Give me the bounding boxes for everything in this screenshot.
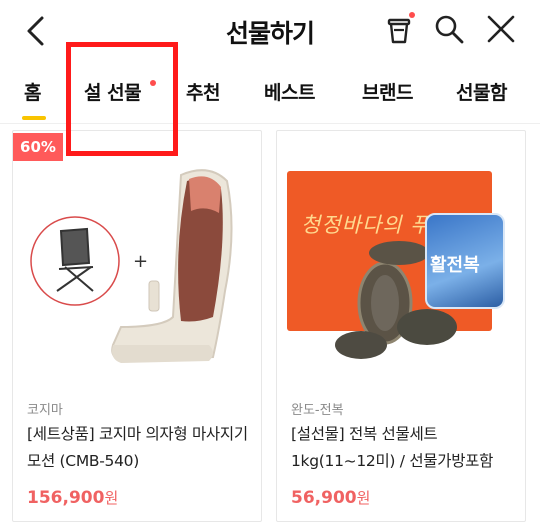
tab-recommend[interactable]: 추천 xyxy=(186,78,220,105)
product-name[interactable]: [세트상품] 코지마 의자형 마사지기 모션 (CMB-540) xyxy=(27,421,253,475)
product-name[interactable]: [설선물] 전복 선물세트 1kg(11~12미) / 선물가방포함 xyxy=(291,421,517,475)
tab-home[interactable]: 홈 xyxy=(24,78,41,105)
highlight-box xyxy=(66,42,178,156)
product-brand: 코지마 xyxy=(27,403,63,418)
price-value: 56,900 xyxy=(291,488,357,508)
tab-brand[interactable]: 브랜드 xyxy=(362,78,413,105)
price-value: 156,900 xyxy=(27,488,105,508)
tab-best[interactable]: 베스트 xyxy=(264,78,315,105)
price-currency: 원 xyxy=(356,489,371,507)
product-card[interactable]: 청정바다의 푸른 활전복 완도-전복 [설선물] 전복 선물세트 1kg(11~… xyxy=(276,130,526,522)
notification-dot xyxy=(409,12,415,18)
product-image: + 60% xyxy=(13,131,261,385)
price-currency: 원 xyxy=(104,489,119,507)
tab-gift-box[interactable]: 선물함 xyxy=(456,78,507,105)
product-card[interactable]: + 60% 코지마 [세트상품] 코지마 의자형 마사지기 모션 (CMB-54… xyxy=(12,130,262,522)
product-price: 156,900원 xyxy=(27,487,118,508)
product-price: 56,900원 xyxy=(291,487,370,508)
discount-badge: 60% xyxy=(13,133,63,161)
svg-text:+: + xyxy=(133,251,148,272)
tab-home-underline xyxy=(22,116,46,120)
product-image: 청정바다의 푸른 활전복 xyxy=(277,131,525,385)
close-icon[interactable] xyxy=(484,12,518,46)
search-icon[interactable] xyxy=(432,12,466,46)
product-brand: 완도-전복 xyxy=(291,403,344,418)
gift-cup-icon[interactable] xyxy=(382,12,416,46)
bag-label: 활전복 xyxy=(430,255,480,276)
